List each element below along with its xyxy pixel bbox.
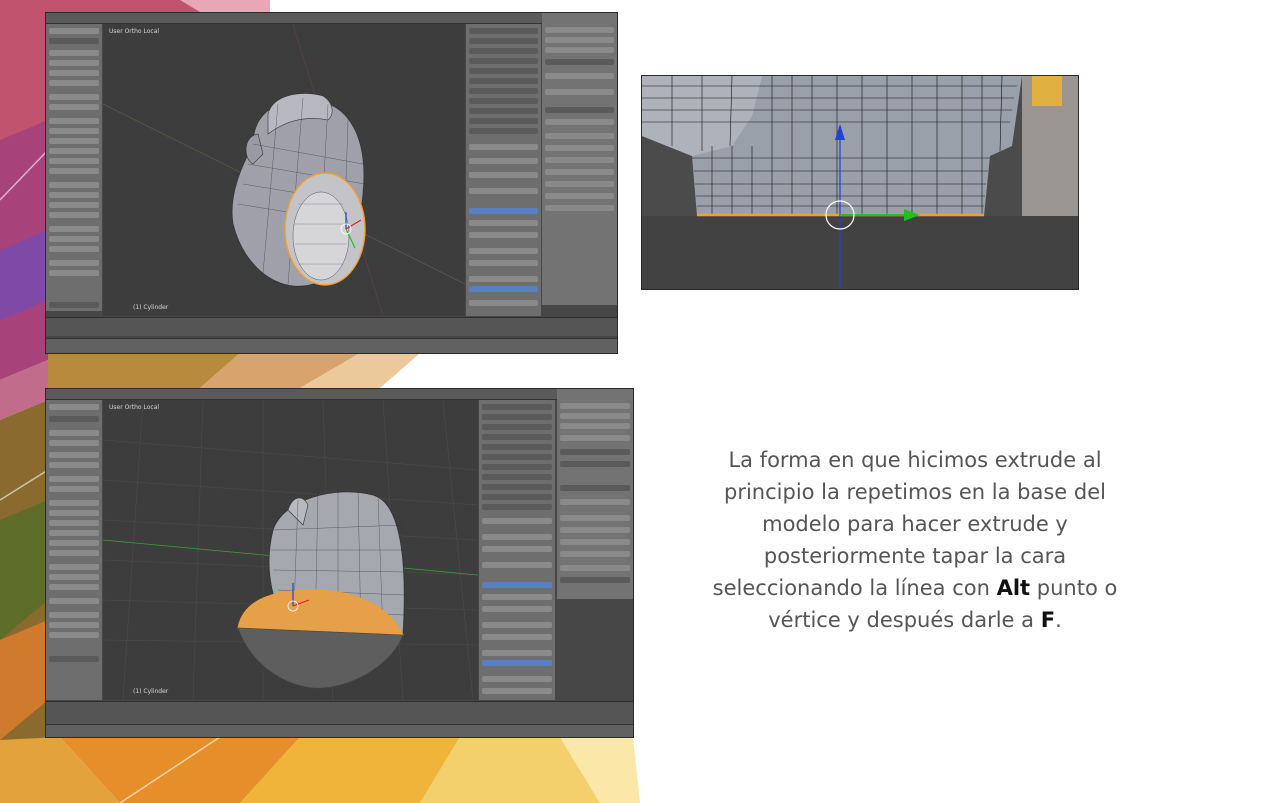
screenshot-blender-top: User Ortho Local (1) Cylinder [45,12,618,354]
menu-bar [46,389,633,400]
timeline [46,317,617,336]
timeline [46,701,633,724]
3d-viewport: User Ortho Local (1) Cylinder [103,24,465,316]
properties-panel [479,400,555,700]
keyboard-key-f: F [1040,608,1056,632]
caption-line: seleccionando la línea con [712,576,997,600]
caption-line: La forma en que hicimos extrude al [728,448,1102,472]
screenshot-blender-bottom: User Ortho Local (1) Cylinder [45,388,634,738]
caption-line: . [1055,608,1062,632]
menu-bar [46,13,617,24]
caption-line: vértice y después darle a [768,608,1041,632]
status-bar [46,338,617,353]
mesh-ring-model [103,24,465,316]
caption-line: modelo para hacer extrude y [762,512,1068,536]
tool-shelf-panel [46,24,102,311]
status-bar [46,724,633,737]
properties-panel [466,24,541,316]
outliner-panel [557,389,633,599]
3d-viewport: User Ortho Local (1) Cylinder [103,400,478,700]
caption-line: posteriormente tapar la cara [763,544,1067,568]
mesh-cylinder-model [103,400,478,700]
caption-line: punto o [1030,576,1118,600]
mesh-base-closeup [642,76,1078,289]
caption-text: La forma en que hicimos extrude al princ… [690,444,1140,636]
screenshot-closeup-base [641,75,1079,290]
caption-line: principio la repetimos en la base del [724,480,1106,504]
tool-shelf-panel [46,400,102,700]
outliner-panel [542,13,617,305]
keyboard-key-alt: Alt [996,576,1031,600]
